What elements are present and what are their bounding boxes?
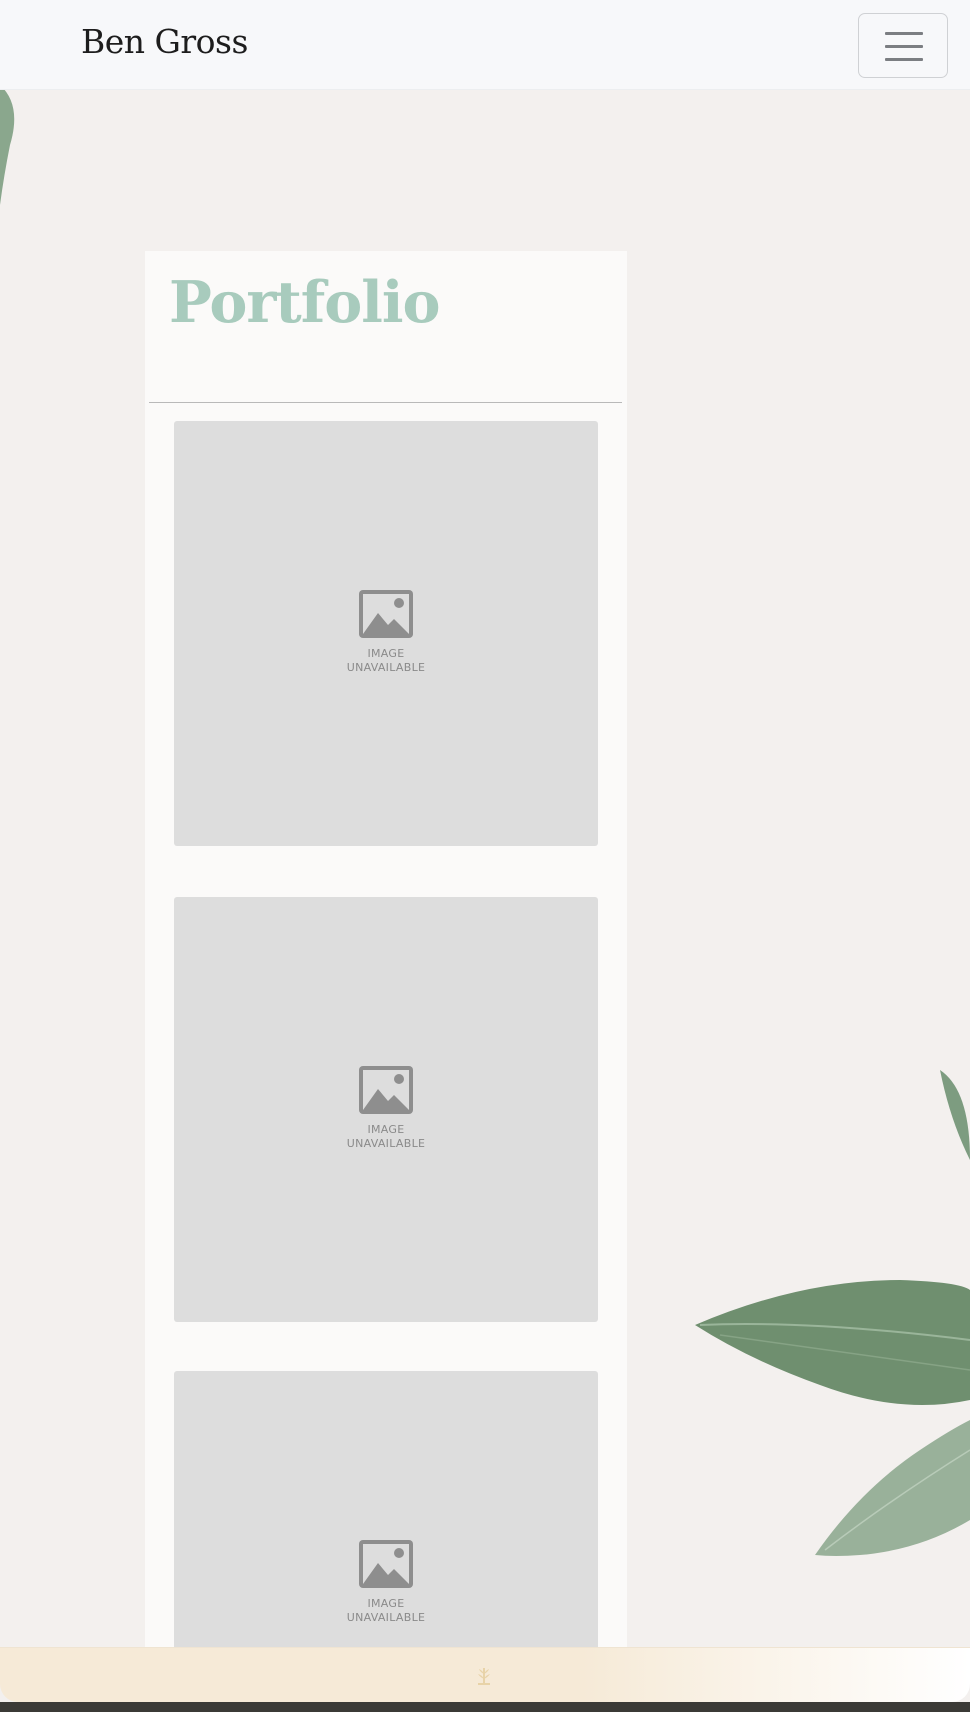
navbar: Ben Gross [0, 0, 970, 90]
image-unavailable-line1: IMAGE [367, 1597, 405, 1610]
image-unavailable-line1: IMAGE [367, 647, 405, 660]
menu-bar-top [885, 32, 923, 35]
brand-link[interactable]: Ben Gross [81, 22, 248, 61]
hamburger-menu-icon[interactable] [858, 13, 948, 78]
image-unavailable-line1: IMAGE [367, 1123, 405, 1136]
bottom-strip [0, 1702, 970, 1712]
menu-bar-middle [885, 45, 923, 48]
image-placeholder: IMAGE UNAVAILABLE [174, 589, 598, 675]
portfolio-panel: Portfolio IMAGE UNAVAILABLE IMAGE UNAVAI… [145, 251, 627, 1712]
wheat-icon[interactable] [472, 1664, 496, 1688]
menu-bar-bottom [885, 58, 923, 61]
divider [149, 402, 622, 403]
image-placeholder-icon [359, 1540, 413, 1588]
leaf-decoration-top-left [0, 85, 15, 205]
image-unavailable-line2: UNAVAILABLE [346, 661, 426, 674]
leaf-decoration-right [695, 1070, 970, 1556]
image-placeholder: IMAGE UNAVAILABLE [174, 1065, 598, 1151]
page-title: Portfolio [169, 269, 441, 336]
portfolio-image[interactable]: IMAGE UNAVAILABLE [174, 421, 598, 846]
portfolio-image[interactable]: IMAGE UNAVAILABLE [174, 897, 598, 1322]
image-unavailable-line2: UNAVAILABLE [346, 1611, 426, 1624]
image-placeholder: IMAGE UNAVAILABLE [174, 1539, 598, 1625]
image-unavailable-line2: UNAVAILABLE [346, 1137, 426, 1150]
footer-bar [0, 1647, 970, 1702]
image-placeholder-icon [359, 1066, 413, 1114]
image-placeholder-icon [359, 590, 413, 638]
